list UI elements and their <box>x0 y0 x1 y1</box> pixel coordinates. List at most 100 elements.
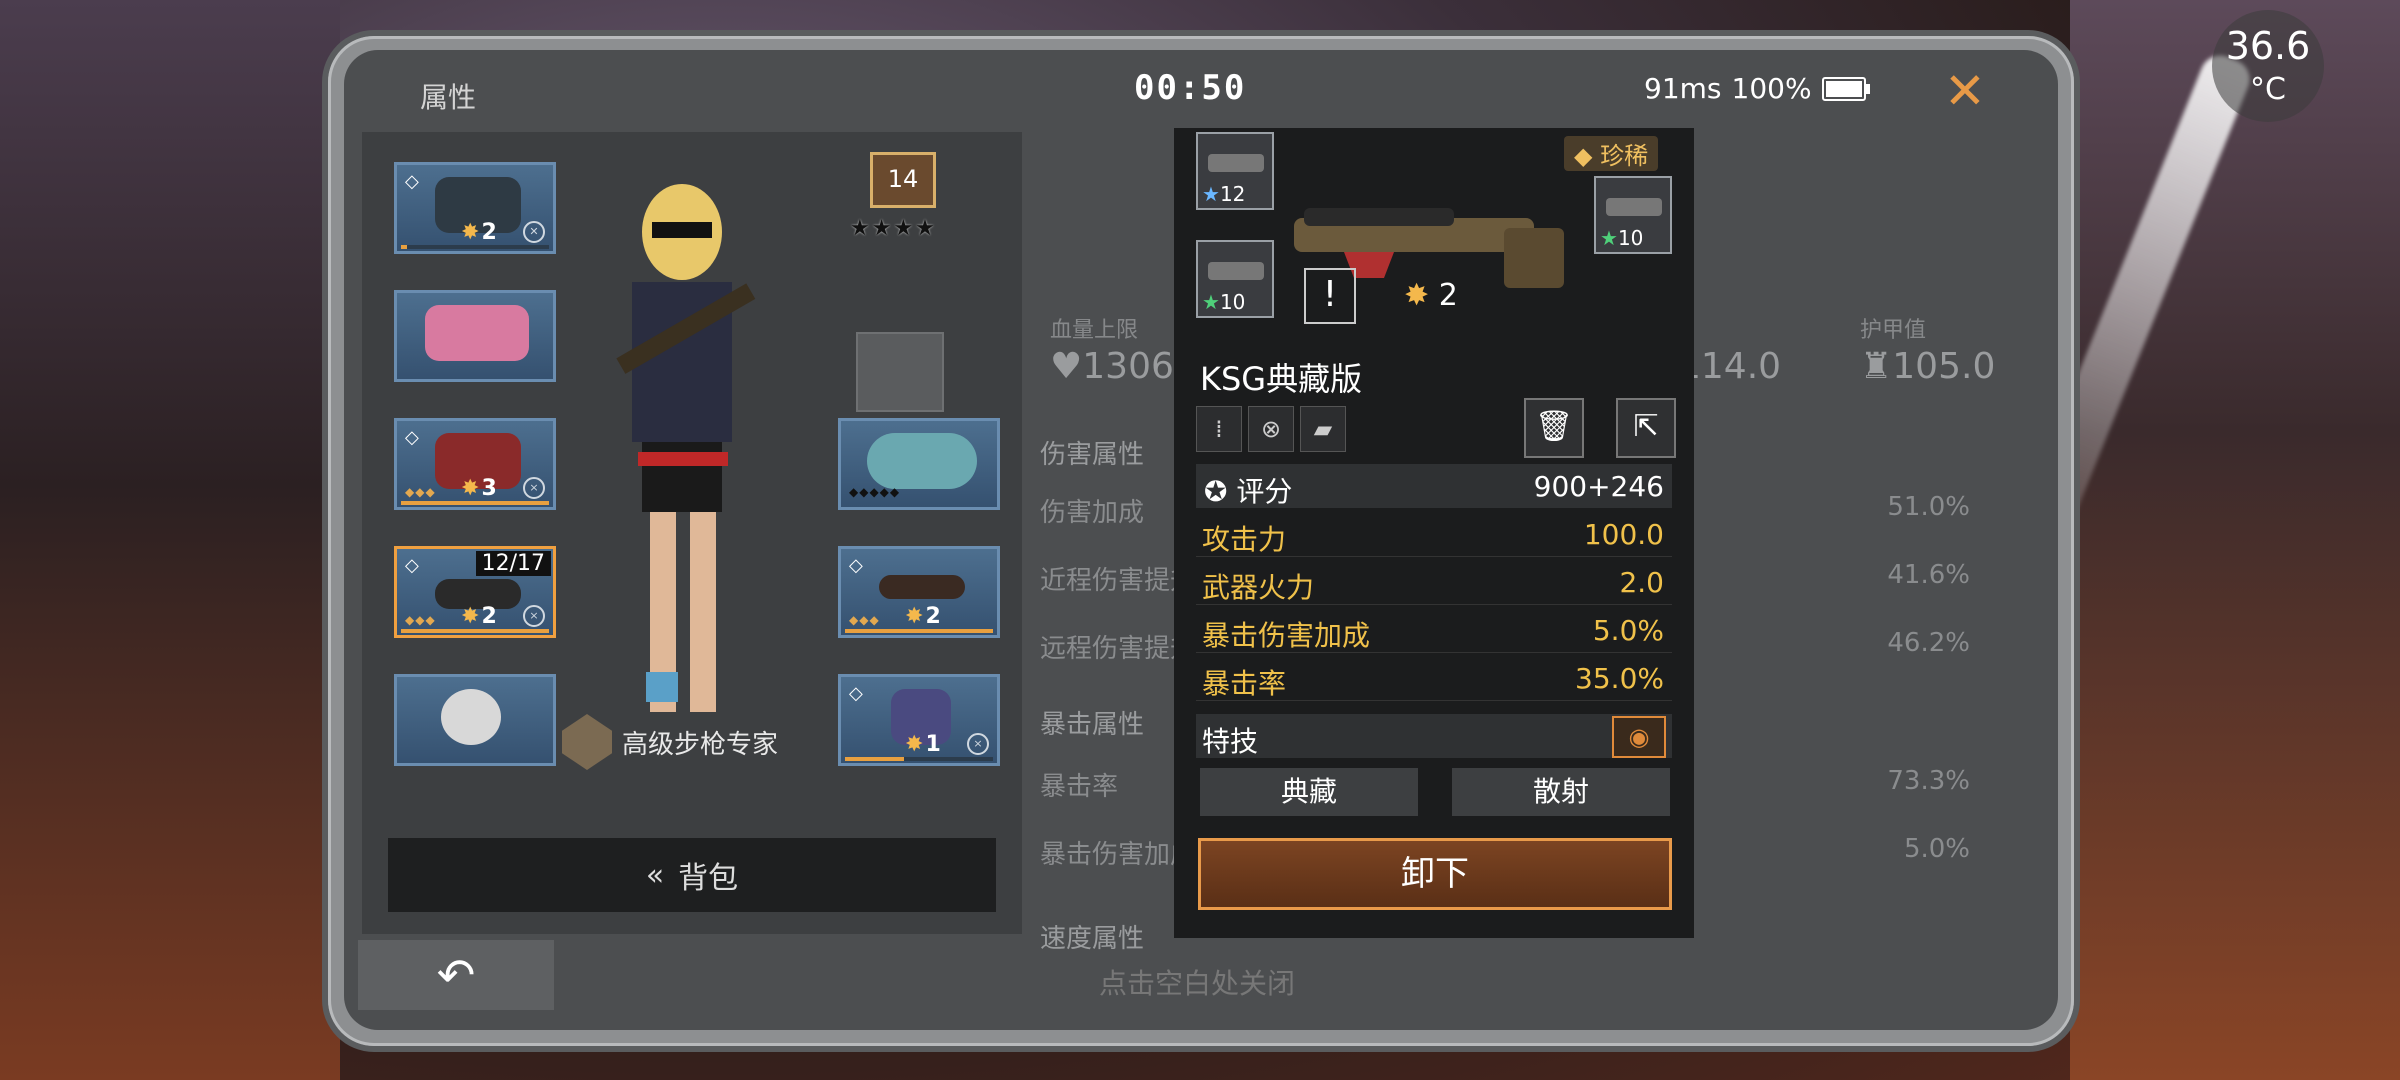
unequip-button[interactable]: 卸下 <box>1198 838 1672 910</box>
equip-slot-backpack[interactable] <box>394 290 556 382</box>
player-title: 高级步枪专家 <box>562 714 778 770</box>
rarity-diamond-icon: ◆ <box>1574 142 1601 170</box>
star-icon: ✸ <box>461 604 480 629</box>
backpack-label: 背包 <box>678 861 739 896</box>
share-icon: ⇱ <box>1633 409 1659 444</box>
rarity-label: 珍稀 <box>1600 142 1649 170</box>
attachment-icon <box>1606 198 1662 216</box>
stat-label: 近程伤害提升 <box>1040 566 1197 596</box>
back-button[interactable]: ↶ <box>358 940 554 1010</box>
equip-slot-throwable[interactable] <box>394 674 556 766</box>
equip-slot-helmet[interactable]: ◇ ✸2 ✕ <box>394 162 556 254</box>
battery-fill <box>1825 80 1862 97</box>
skill-row: 特技 ◉ <box>1196 714 1672 758</box>
equip-slot-accessory-empty[interactable] <box>856 332 944 412</box>
score-value: 900+246 <box>1533 470 1664 503</box>
score-row: ✪ 评分 900+246 <box>1196 464 1672 508</box>
battery-percent: 100% <box>1731 72 1812 105</box>
rarity-diamond-icon: ◇ <box>849 683 863 704</box>
undo-arrow-icon: ↶ <box>436 948 476 1002</box>
skill-tag[interactable]: 典藏 <box>1200 768 1418 816</box>
prop-value: 100.0 <box>1583 518 1664 551</box>
attribute-screen: 属性 00:50 91ms 100% ✕ ◇ ✸2 ✕ ◇ ◆◆◆ ✸3 × ◇… <box>344 50 2058 1030</box>
stat-label: 伤害加成 <box>1040 498 1145 528</box>
tap-to-close-hint[interactable]: 点击空白处关闭 <box>1099 962 1295 1002</box>
score-icon: ✪ <box>1204 475 1237 508</box>
equip-slot-secondary-weapon[interactable]: ◇ ◆◆◆ ✸2 <box>838 546 1000 638</box>
damage-section-head: 伤害属性 <box>1040 440 1145 470</box>
equip-slot-bracelet[interactable]: ◆◆◆◆◆ <box>838 418 1000 510</box>
match-timer: 00:50 <box>1134 68 1247 108</box>
attachment-slot[interactable]: ★10 <box>1594 176 1672 254</box>
armor-label: 护甲值 <box>1860 318 1927 343</box>
alert-icon[interactable]: ! <box>1304 268 1356 324</box>
rarity-diamond-icon: ◇ <box>405 171 419 192</box>
chevron-double-left-icon: « <box>645 857 665 893</box>
attachment-slot[interactable]: ★10 <box>1196 240 1274 318</box>
prop-label: 攻击力 <box>1202 523 1287 556</box>
temperature-overlay: 36.6 °C <box>2212 10 2324 122</box>
slot-level: 2 <box>481 604 497 629</box>
stat-value: 5.0% <box>1903 834 1970 864</box>
scatter-icon: ⊗ <box>1248 406 1294 452</box>
share-button[interactable]: ⇱ <box>1616 398 1676 458</box>
delete-button[interactable]: 🗑 <box>1524 398 1584 458</box>
durability-bar <box>401 501 549 505</box>
skill-tag[interactable]: 散射 <box>1452 768 1670 816</box>
backpack-icon <box>425 305 529 361</box>
rifle-expert-badge-icon <box>562 714 612 770</box>
rarity-diamond-icon: ◇ <box>405 427 419 448</box>
upgrade-dots: ◆◆◆ <box>849 613 880 627</box>
upgrade-dots: ◆◆◆◆◆ <box>849 485 901 499</box>
attachment-slot[interactable]: ★12 <box>1196 132 1274 210</box>
slot-level: 1 <box>925 732 941 757</box>
slot-level: 2 <box>481 220 497 245</box>
ring-icon <box>867 433 977 489</box>
temperature-value: 36.6 <box>2225 24 2311 68</box>
rarity-diamond-icon: ◇ <box>849 555 863 576</box>
stat-value: 73.3% <box>1887 766 1970 796</box>
character-model <box>616 184 756 712</box>
mod-icon: × <box>523 477 545 499</box>
durability-bar <box>401 245 549 249</box>
stat-label: 暴击伤害加成 <box>1040 840 1197 870</box>
heart-icon: ♥ <box>1050 346 1083 387</box>
star-icon: ✸ <box>461 476 480 501</box>
player-title-text: 高级步枪专家 <box>622 729 779 760</box>
crit-section-head: 暴击属性 <box>1040 710 1145 740</box>
durability-bar <box>845 757 993 761</box>
weapon-prop-row: 武器火力 2.0 <box>1196 560 1672 605</box>
star-icon: ✸ <box>905 604 924 629</box>
star-rating: ★★★★ <box>850 216 937 241</box>
speed-section-head: 速度属性 <box>1040 924 1145 954</box>
prop-value: 35.0% <box>1575 662 1664 695</box>
star-icon: ✸ <box>461 220 480 245</box>
stat-value: 51.0% <box>1887 492 1970 522</box>
equip-slot-primary-weapon[interactable]: ◇ 12/17 ◆◆◆ ✸2 × <box>394 546 556 638</box>
upgrade-dots: ◆◆◆ <box>405 485 436 499</box>
prop-label: 武器火力 <box>1202 571 1315 604</box>
close-button[interactable]: ✕ <box>1944 62 1986 120</box>
hp-value: 1306 <box>1082 346 1174 387</box>
armor-icon: ♜ <box>1860 346 1893 387</box>
equipment-panel: ◇ ✸2 ✕ ◇ ◆◆◆ ✸3 × ◇ 12/17 ◆◆◆ ✸2 × 14 ★★… <box>362 132 1022 934</box>
view-skill-button[interactable]: ◉ <box>1612 716 1666 758</box>
weapon-level: 2 <box>1438 278 1458 313</box>
temperature-unit: °C <box>2250 72 2286 107</box>
slot-level: 2 <box>925 604 941 629</box>
durability-bar <box>845 629 993 633</box>
prop-value: 2.0 <box>1619 566 1664 599</box>
skill-label: 特技 <box>1202 725 1259 758</box>
ammo-icon: ⁞ <box>1196 406 1242 452</box>
eye-icon: ◉ <box>1628 723 1650 751</box>
star-icon: ★ <box>1600 226 1618 250</box>
hp-label: 血量上限 <box>1050 318 1139 343</box>
prop-label: 暴击率 <box>1202 667 1287 700</box>
attachment-level: 10 <box>1219 290 1246 314</box>
ammo-count: 12/17 <box>475 551 551 576</box>
backpack-button[interactable]: « 背包 <box>388 838 996 912</box>
equip-slot-armor[interactable]: ◇ ◆◆◆ ✸3 × <box>394 418 556 510</box>
grenade-icon <box>441 689 501 745</box>
equip-slot-melee[interactable]: ◇ ✸1 × <box>838 674 1000 766</box>
durability-bar <box>401 629 549 633</box>
